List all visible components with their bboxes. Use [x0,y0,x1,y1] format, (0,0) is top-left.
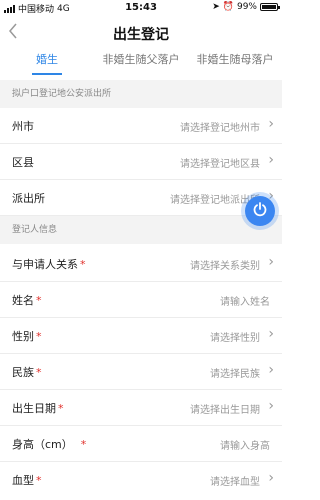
location-icon: ➤ [212,2,220,12]
row-label: 州市 [12,120,34,133]
required-mark: * [36,474,42,487]
row-placeholder: 请选择血型 [210,477,260,488]
floating-power-button[interactable] [245,196,275,226]
required-mark: * [36,330,42,343]
tab-bar: 婚生 非婚生随父落户 非婚生随母落户 [0,47,282,75]
chevron-right-icon: › [268,470,274,486]
row-placeholder: 请选择登记地州市 [180,123,260,134]
row-label: 与申请人关系 [12,258,78,271]
section-header-police-station: 拟户口登记地公安派出所 [0,80,282,108]
row-placeholder: 请选择出生日期 [190,405,260,416]
row-district[interactable]: 区县 请选择登记地区县 › [0,144,282,180]
chevron-right-icon: › [268,254,274,270]
chevron-right-icon: › [268,398,274,414]
row-label: 民族 [12,366,34,379]
tab-unmarried-mother[interactable]: 非婚生随母落户 [188,47,282,75]
row-label: 性别 [12,330,34,343]
height-input[interactable]: 请输入身高 [220,437,270,452]
status-bar: 中国移动 4G 15:43 ➤ ⏰ 99% [0,0,282,16]
chevron-right-icon: › [268,326,274,342]
power-icon [252,201,268,221]
battery-icon [260,3,280,11]
chevron-right-icon: › [268,116,274,132]
row-placeholder: 请选择民族 [210,369,260,380]
row-ethnicity[interactable]: 民族 * 请选择民族 › [0,354,282,390]
row-label: 身高（cm） [12,438,73,451]
nav-header: 出生登记 [0,18,282,50]
required-mark: * [80,258,86,271]
row-relationship[interactable]: 与申请人关系 * 请选择关系类别 › [0,246,282,282]
page-title: 出生登记 [113,27,169,43]
row-height[interactable]: 身高（cm） * 请输入身高 [0,426,282,462]
battery-percent: 99% [236,2,257,12]
row-birth-date[interactable]: 出生日期 * 请选择出生日期 › [0,390,282,426]
required-mark: * [36,294,42,307]
section-header-registrant: 登记人信息 [0,216,282,244]
row-name[interactable]: 姓名 * 请输入姓名 [0,282,282,318]
chevron-right-icon: › [268,152,274,168]
row-placeholder: 请选择性别 [210,333,260,344]
row-label: 血型 [12,474,34,487]
tab-married[interactable]: 婚生 [0,47,94,75]
name-input[interactable]: 请输入姓名 [220,293,270,308]
row-police-station[interactable]: 派出所 请选择登记地派出所 › [0,180,282,216]
required-mark: * [36,366,42,379]
required-mark: * [58,402,64,415]
row-label: 派出所 [12,192,45,205]
row-label: 出生日期 [12,402,56,415]
required-mark: * [80,438,87,451]
row-label: 姓名 [12,294,34,307]
alarm-icon: ⏰ [222,2,234,12]
row-prefecture[interactable]: 州市 请选择登记地州市 › [0,108,282,144]
row-placeholder: 请选择关系类别 [190,261,260,272]
status-right: ➤ ⏰ 99% [212,2,280,12]
tab-unmarried-father[interactable]: 非婚生随父落户 [94,47,188,75]
row-placeholder: 请选择登记地区县 [180,159,260,170]
row-blood-type[interactable]: 血型 * 请选择血型 › [0,462,282,498]
row-gender[interactable]: 性别 * 请选择性别 › [0,318,282,354]
chevron-right-icon: › [268,362,274,378]
row-label: 区县 [12,156,34,169]
